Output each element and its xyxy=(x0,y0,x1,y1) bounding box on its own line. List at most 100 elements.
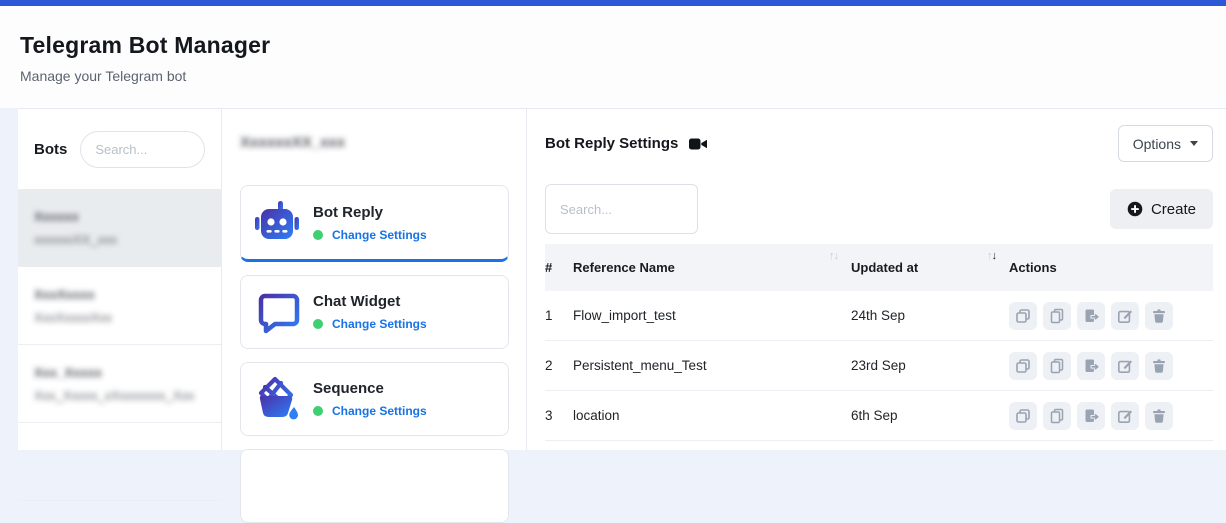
delete-button[interactable] xyxy=(1145,352,1173,380)
bots-sidebar: Bots Xxxxxx xxxxxxXX_xxx XxxXxxxx XxxXxx… xyxy=(18,109,222,450)
export-icon xyxy=(1083,308,1099,324)
robot-icon xyxy=(253,199,301,247)
copy-icon xyxy=(1015,408,1031,424)
delete-button[interactable] xyxy=(1145,402,1173,430)
feature-card-body: Bot Reply Change Settings xyxy=(313,204,427,242)
options-button[interactable]: Options xyxy=(1118,125,1213,162)
bot-username: Xxx_Xxxxx_xXxxxxxxx_Xxx xyxy=(34,388,205,403)
bots-sidebar-header: Bots xyxy=(18,109,221,189)
change-settings-link[interactable]: Change Settings xyxy=(332,317,427,331)
feature-title: Sequence xyxy=(313,380,427,397)
updated-at-cell: 24th Sep xyxy=(851,308,987,323)
feature-title: Chat Widget xyxy=(313,293,427,310)
export-button[interactable] xyxy=(1077,352,1105,380)
feature-card-sequence[interactable]: Sequence Change Settings xyxy=(240,362,509,436)
column-header-updated-at[interactable]: Updated at xyxy=(851,260,987,275)
export-button[interactable] xyxy=(1077,402,1105,430)
bots-search-input[interactable] xyxy=(80,131,205,168)
change-settings-link[interactable]: Change Settings xyxy=(332,404,427,418)
page-title: Telegram Bot Manager xyxy=(20,32,1226,59)
bot-list-item[interactable] xyxy=(18,423,221,501)
clone-button[interactable] xyxy=(1043,402,1071,430)
status-dot xyxy=(313,406,323,416)
edit-button[interactable] xyxy=(1111,402,1139,430)
feature-card-body: Sequence Change Settings xyxy=(313,380,427,418)
table-row: 1 Flow_import_test 24th Sep xyxy=(545,291,1213,341)
row-number: 3 xyxy=(545,408,573,423)
table-row: 2 Persistent_menu_Test 23rd Sep xyxy=(545,341,1213,391)
main-content: Bots Xxxxxx xxxxxxXX_xxx XxxXxxxx XxxXxx… xyxy=(18,108,1226,450)
page-header: Telegram Bot Manager Manage your Telegra… xyxy=(0,6,1226,108)
row-actions xyxy=(1009,402,1213,430)
feature-card-chat-widget[interactable]: Chat Widget Change Settings xyxy=(240,275,509,349)
table-header-row: # Reference Name ↑↓ Updated at ↑↓ Action… xyxy=(545,244,1213,291)
bot-name: Xxx_Xxxxx xyxy=(34,365,205,380)
copy-button[interactable] xyxy=(1009,352,1037,380)
plus-circle-icon xyxy=(1127,201,1143,217)
bot-reply-table: # Reference Name ↑↓ Updated at ↑↓ Action… xyxy=(545,244,1213,441)
column-header-num: # xyxy=(545,260,573,275)
export-icon xyxy=(1083,358,1099,374)
column-header-reference-name[interactable]: Reference Name xyxy=(573,260,829,275)
sort-icon-updated-at[interactable]: ↑↓ xyxy=(987,244,1009,262)
copy-icon xyxy=(1015,358,1031,374)
delete-button[interactable] xyxy=(1145,302,1173,330)
edit-icon xyxy=(1117,408,1133,424)
bot-list-item[interactable]: Xxx_Xxxxx Xxx_Xxxxx_xXxxxxxxx_Xxx xyxy=(18,345,221,423)
bot-username: XxxXxxxxXxx xyxy=(34,310,205,325)
clone-button[interactable] xyxy=(1043,302,1071,330)
feature-card-partial[interactable] xyxy=(240,449,509,523)
row-number: 2 xyxy=(545,358,573,373)
status-dot xyxy=(313,319,323,329)
updated-at-cell: 6th Sep xyxy=(851,408,987,423)
change-settings-link[interactable]: Change Settings xyxy=(332,228,427,242)
copy-icon xyxy=(1015,308,1031,324)
video-camera-icon xyxy=(689,137,708,151)
column-header-actions: Actions xyxy=(1009,260,1213,275)
bot-list-item[interactable]: Xxxxxx xxxxxxXX_xxx xyxy=(18,189,221,267)
status-dot xyxy=(313,230,323,240)
copy-button[interactable] xyxy=(1009,402,1037,430)
table-row: 3 location 6th Sep xyxy=(545,391,1213,441)
clone-button[interactable] xyxy=(1043,352,1071,380)
clone-icon xyxy=(1049,308,1065,324)
copy-button[interactable] xyxy=(1009,302,1037,330)
export-icon xyxy=(1083,408,1099,424)
page-subtitle: Manage your Telegram bot xyxy=(20,68,1226,84)
clone-icon xyxy=(1049,408,1065,424)
clone-icon xyxy=(1049,358,1065,374)
bot-reply-settings-panel: Bot Reply Settings Options Create xyxy=(527,109,1226,450)
sort-icon-reference-name[interactable]: ↑↓ xyxy=(829,244,851,262)
chat-widget-icon xyxy=(253,288,301,336)
sequence-icon xyxy=(253,375,301,423)
trash-icon xyxy=(1151,308,1167,324)
edit-button[interactable] xyxy=(1111,352,1139,380)
bot-name: Xxxxxx xyxy=(34,209,205,224)
row-actions xyxy=(1009,352,1213,380)
table-search-input[interactable] xyxy=(545,184,698,234)
edit-button[interactable] xyxy=(1111,302,1139,330)
export-button[interactable] xyxy=(1077,302,1105,330)
bot-feature-column: XxxxxxXX_xxx Bot Reply Ch xyxy=(222,109,527,450)
create-button[interactable]: Create xyxy=(1110,189,1213,229)
bot-name: XxxXxxxx xyxy=(34,287,205,302)
edit-icon xyxy=(1117,358,1133,374)
edit-icon xyxy=(1117,308,1133,324)
feature-title: Bot Reply xyxy=(313,204,427,221)
feature-card-body: Chat Widget Change Settings xyxy=(313,293,427,331)
selected-bot-title: XxxxxxXX_xxx xyxy=(240,133,509,153)
trash-icon xyxy=(1151,358,1167,374)
row-actions xyxy=(1009,302,1213,330)
bots-title: Bots xyxy=(34,141,67,158)
reference-name-cell: Persistent_menu_Test xyxy=(573,358,829,373)
updated-at-cell: 23rd Sep xyxy=(851,358,987,373)
row-number: 1 xyxy=(545,308,573,323)
reference-name-cell: location xyxy=(573,408,829,423)
bot-username: xxxxxxXX_xxx xyxy=(34,232,205,247)
chevron-down-icon xyxy=(1190,141,1198,146)
panel-title: Bot Reply Settings xyxy=(545,135,678,152)
reference-name-cell: Flow_import_test xyxy=(573,308,829,323)
bot-list-item[interactable]: XxxXxxxx XxxXxxxxXxx xyxy=(18,267,221,345)
trash-icon xyxy=(1151,408,1167,424)
feature-card-bot-reply[interactable]: Bot Reply Change Settings xyxy=(240,185,509,262)
